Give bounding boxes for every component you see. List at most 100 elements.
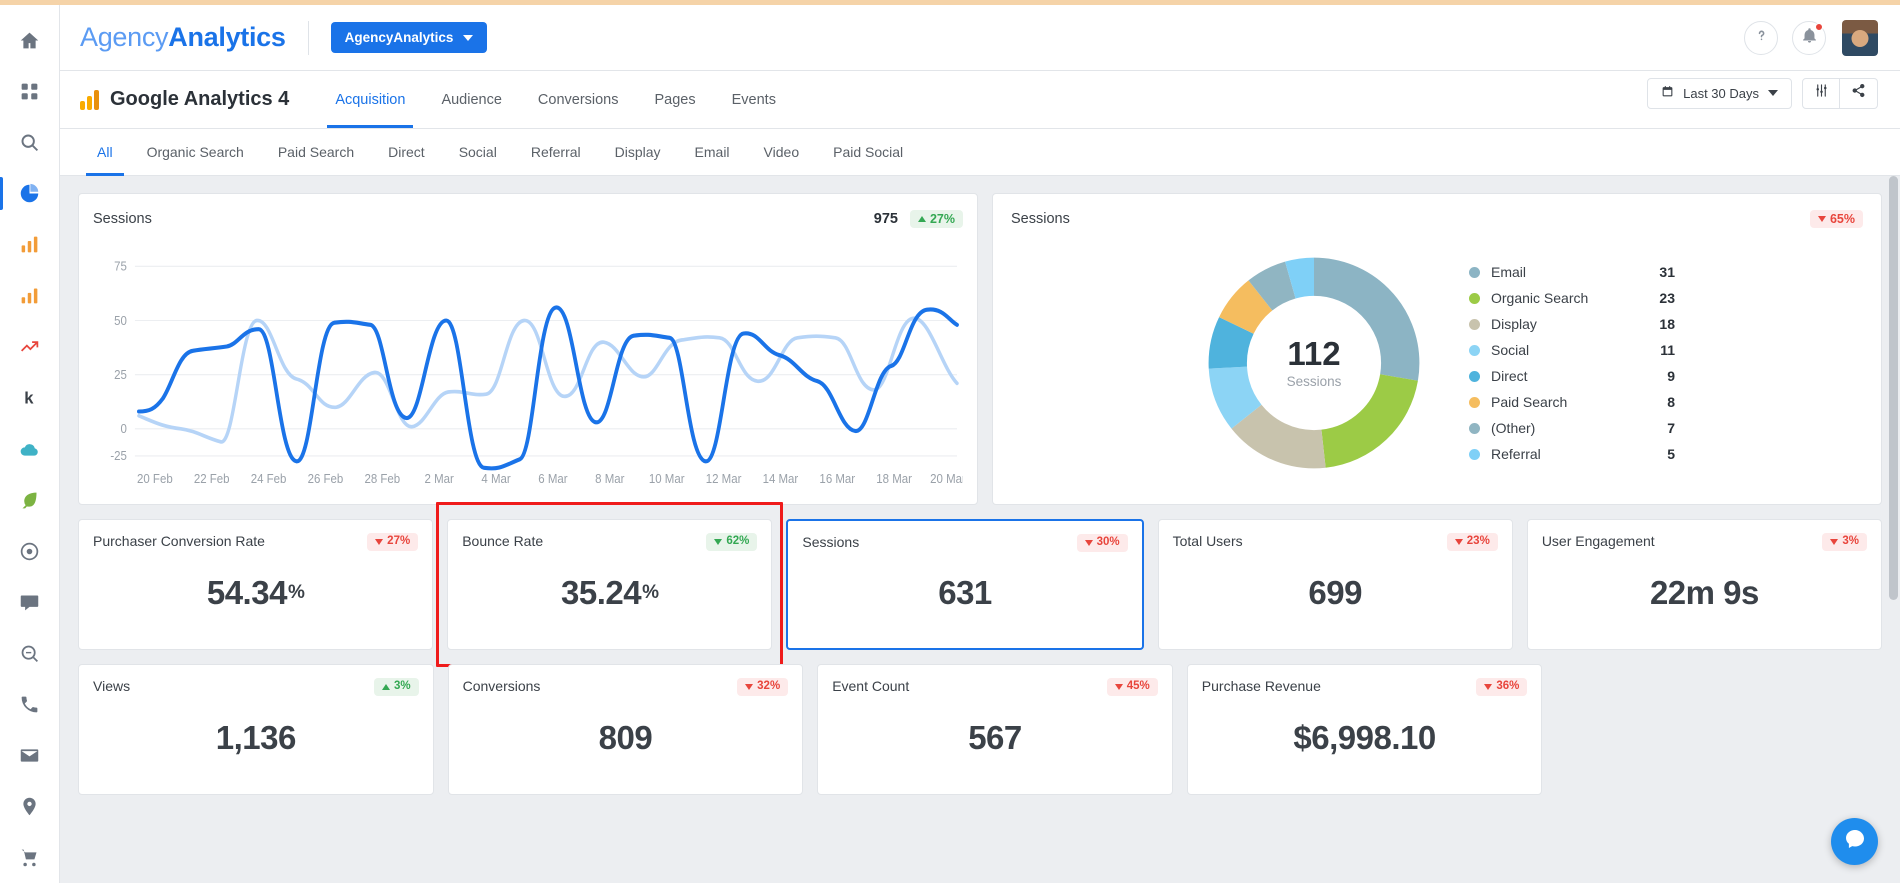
rail-item-rankings[interactable]: [0, 475, 60, 526]
rail-item-ecommerce[interactable]: [0, 832, 60, 883]
legend-item[interactable]: Organic Search 23: [1469, 290, 1675, 306]
calendar-icon: [1661, 85, 1674, 101]
legend-item[interactable]: (Other) 7: [1469, 420, 1675, 436]
account-switcher-button[interactable]: AgencyAnalytics: [331, 22, 488, 53]
kpi-title: Total Users: [1173, 533, 1243, 549]
k-letter-icon: k: [19, 387, 40, 408]
kpi-card-views[interactable]: Views 3% 1,136: [78, 664, 434, 795]
kpi-change-badge: 62%: [706, 533, 757, 551]
subtab-social[interactable]: Social: [442, 129, 514, 176]
support-chat-button[interactable]: [1831, 818, 1878, 865]
kpi-card-event-count[interactable]: Event Count 45% 567: [817, 664, 1173, 795]
rail-item-rank-tracker[interactable]: [0, 321, 60, 372]
app-logo[interactable]: AgencyAnalytics: [80, 22, 286, 53]
subtab-direct[interactable]: Direct: [371, 129, 442, 176]
pie-chart-icon: [19, 183, 40, 204]
sessions-total-value: 975: [874, 211, 898, 227]
rail-item-call-insights[interactable]: [0, 628, 60, 679]
rail-item-social[interactable]: [0, 424, 60, 475]
subtab-paid-social[interactable]: Paid Social: [816, 129, 920, 176]
donut-chart[interactable]: 112 Sessions: [1199, 248, 1429, 478]
rail-item-dashboard[interactable]: [0, 66, 60, 117]
kpi-card-user-engagement[interactable]: User Engagement 3% 22m 9s: [1527, 519, 1882, 650]
subtab-email[interactable]: Email: [678, 129, 747, 176]
subtab-video[interactable]: Video: [747, 129, 817, 176]
dashboard-canvas: Sessions 975 27%: [60, 176, 1900, 883]
tab-events[interactable]: Events: [714, 71, 794, 128]
triangle-down-icon: [1455, 539, 1463, 545]
tab-pages[interactable]: Pages: [637, 71, 714, 128]
avatar[interactable]: [1842, 20, 1878, 56]
donut-center-value: 112: [1287, 337, 1340, 370]
report-tabs: Acquisition Audience Conversions Pages E…: [317, 71, 794, 128]
kpi-value: 631: [802, 552, 1127, 636]
kpi-card-purchase-revenue[interactable]: Purchase Revenue 36% $6,998.10: [1187, 664, 1543, 795]
svg-text:20 Feb: 20 Feb: [137, 472, 173, 487]
kpi-change-badge: 45%: [1107, 678, 1158, 696]
filter-settings-button[interactable]: [1802, 78, 1840, 109]
svg-text:20 Mar: 20 Mar: [930, 472, 963, 487]
kpi-value: 22m 9s: [1542, 551, 1867, 637]
logo-text-bold: Analytics: [168, 22, 285, 52]
legend-item[interactable]: Direct 9: [1469, 368, 1675, 384]
kpi-card-conversions[interactable]: Conversions 32% 809: [448, 664, 804, 795]
kpi-card-bounce-rate[interactable]: Bounce Rate 62% 35.24%: [447, 519, 772, 650]
kpi-value: 54.34%: [93, 551, 418, 637]
subtab-display[interactable]: Display: [598, 129, 678, 176]
charts-row: Sessions 975 27%: [78, 193, 1882, 505]
subtab-all[interactable]: All: [80, 129, 130, 176]
rank-arrow-icon: [19, 336, 40, 357]
svg-text:25: 25: [114, 368, 127, 383]
rail-item-analytics[interactable]: [0, 219, 60, 270]
vertical-scrollbar[interactable]: [1889, 176, 1898, 883]
rail-item-email[interactable]: [0, 730, 60, 781]
tab-audience[interactable]: Audience: [423, 71, 519, 128]
rail-item-campaigns[interactable]: [0, 270, 60, 321]
rail-item-home[interactable]: [0, 15, 60, 66]
subtab-paid-search[interactable]: Paid Search: [261, 129, 371, 176]
triangle-down-icon: [1115, 684, 1123, 690]
kpi-value-number: 567: [968, 719, 1022, 757]
comment-icon: [19, 592, 40, 613]
date-range-label: Last 30 Days: [1683, 86, 1759, 101]
help-button[interactable]: [1744, 21, 1778, 55]
rail-item-reports[interactable]: [0, 168, 60, 219]
tab-conversions[interactable]: Conversions: [520, 71, 637, 128]
scrollbar-thumb[interactable]: [1889, 176, 1898, 600]
subtab-referral[interactable]: Referral: [514, 129, 598, 176]
kpi-card-sessions[interactable]: Sessions 30% 631: [786, 519, 1143, 650]
tab-acquisition[interactable]: Acquisition: [317, 71, 423, 128]
kpi-value-number: 1,136: [216, 719, 296, 757]
kpi-change-value: 30%: [1097, 537, 1120, 549]
rail-item-calls[interactable]: [0, 679, 60, 730]
sessions-line-chart-title: Sessions: [93, 211, 152, 227]
subtab-organic-search[interactable]: Organic Search: [130, 129, 261, 176]
sessions-donut-header: Sessions 65%: [1011, 208, 1863, 230]
rail-item-keywords[interactable]: k: [0, 372, 60, 423]
sliders-icon: [1814, 83, 1829, 103]
kpi-card-purchaser-conversion-rate[interactable]: Purchaser Conversion Rate 27% 54.34%: [78, 519, 433, 650]
kpi-title: Bounce Rate: [462, 533, 543, 549]
tab-label: Conversions: [538, 92, 619, 108]
rail-item-local[interactable]: [0, 781, 60, 832]
left-icon-rail: k: [0, 5, 60, 883]
legend-item[interactable]: Referral 5: [1469, 446, 1675, 462]
rail-item-goals[interactable]: [0, 526, 60, 577]
leaf-icon: [19, 490, 40, 511]
legend-item[interactable]: Social 11: [1469, 342, 1675, 358]
rail-item-search[interactable]: [0, 117, 60, 168]
sessions-donut-card: Sessions 65%: [992, 193, 1882, 505]
legend-item[interactable]: Paid Search 8: [1469, 394, 1675, 410]
notifications-button[interactable]: [1792, 21, 1826, 55]
rail-item-chat[interactable]: [0, 577, 60, 628]
kpi-value-number: 809: [599, 719, 653, 757]
kpi-card-total-users[interactable]: Total Users 23% 699: [1158, 519, 1513, 650]
share-button[interactable]: [1840, 78, 1878, 109]
tab-label: Audience: [441, 92, 501, 108]
kpi-change-value: 62%: [726, 536, 749, 548]
legend-item[interactable]: Email 31: [1469, 264, 1675, 280]
legend-item[interactable]: Display 18: [1469, 316, 1675, 332]
bell-icon: [1801, 27, 1818, 49]
svg-text:0: 0: [121, 422, 128, 437]
date-range-button[interactable]: Last 30 Days: [1647, 78, 1792, 109]
